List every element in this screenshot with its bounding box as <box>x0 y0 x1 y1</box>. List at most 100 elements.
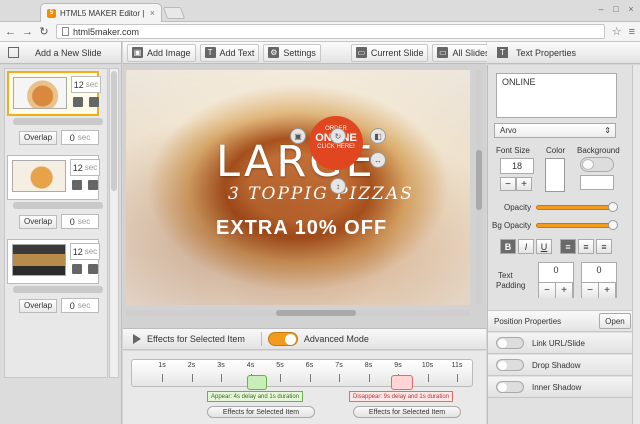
advanced-mode-toggle[interactable] <box>267 332 298 346</box>
font-size-increase-button[interactable]: + <box>516 177 532 191</box>
star-icon[interactable]: ☆ <box>612 25 622 38</box>
all-slides-button[interactable]: ▭ All Slides <box>432 43 495 62</box>
canvas-hscroll-thumb[interactable] <box>276 310 356 316</box>
change-bg-image-icon[interactable] <box>72 180 82 190</box>
current-slide-label: Current Slide <box>370 47 424 58</box>
menu-icon[interactable]: ≡ <box>629 26 635 38</box>
play-icon[interactable] <box>133 334 141 344</box>
slider-knob[interactable] <box>608 202 618 212</box>
slide-thumbnail[interactable]: 12 sec <box>7 239 100 284</box>
slide-duration-unit: sec <box>84 163 98 172</box>
font-select[interactable]: Arvo ⇕ <box>494 123 616 138</box>
slide-preview-image <box>12 244 66 276</box>
timeline-tick-label: 3s <box>217 362 225 369</box>
timeline-ruler[interactable]: 1s 2s 3s 4s 5s 6s 7s 8s 9s 10s 11s <box>131 359 473 387</box>
disappear-effect-handle[interactable] <box>391 375 413 390</box>
appear-effect-handle[interactable] <box>247 375 267 390</box>
minimize-icon[interactable]: – <box>595 4 607 14</box>
url-field[interactable]: html5maker.com <box>56 24 605 39</box>
italic-button[interactable]: I <box>518 239 534 254</box>
bold-button[interactable]: B <box>500 239 516 254</box>
slides-scroll-thumb[interactable] <box>111 71 117 191</box>
replace-image-handle-icon[interactable]: ▣ <box>290 128 306 144</box>
canvas-vscroll-thumb[interactable] <box>476 150 482 210</box>
canvas-vertical-scrollbar[interactable] <box>476 70 482 305</box>
rotate-handle-icon[interactable]: ↻ <box>330 128 346 144</box>
disappear-effects-button[interactable]: Effects for Selected Item <box>353 406 461 418</box>
align-center-icon[interactable]: ≡ <box>578 239 594 254</box>
resize-vertical-handle-icon[interactable]: ↕ <box>330 178 346 194</box>
padding-y-value: 0 <box>596 265 602 275</box>
browser-tab-title: HTML5 MAKER Editor | html <box>60 8 146 18</box>
trash-icon[interactable] <box>89 97 99 107</box>
slide-duration-field[interactable]: 12 sec <box>70 159 100 176</box>
slide-transition-bar[interactable] <box>13 118 103 125</box>
appear-effects-button[interactable]: Effects for Selected Item <box>207 406 315 418</box>
close-window-icon[interactable]: × <box>625 4 637 14</box>
slide-thumbnail[interactable]: 12 sec <box>7 71 101 116</box>
font-size-input[interactable]: 18 <box>500 158 534 174</box>
text-color-swatch[interactable] <box>545 158 565 192</box>
offer-text[interactable]: EXTRA 10% OFF <box>216 217 387 240</box>
overlap-field[interactable]: 0 sec <box>61 130 100 145</box>
opacity-slider[interactable] <box>536 202 618 212</box>
add-text-label: Add Text <box>219 47 255 58</box>
overlap-button[interactable]: Overlap <box>19 298 58 313</box>
slide-thumbnail[interactable]: 12 sec <box>7 155 100 200</box>
overlap-field[interactable]: 0 sec <box>61 298 100 313</box>
font-select-value: Arvo <box>500 126 517 135</box>
canvas-horizontal-scrollbar[interactable] <box>126 310 470 316</box>
padding-y-increase-button[interactable]: + <box>599 282 616 298</box>
toggle-knob <box>498 361 507 370</box>
overlap-button[interactable]: Overlap <box>19 130 58 145</box>
properties-scrollbar[interactable] <box>632 65 640 424</box>
padding-x-increase-button[interactable]: + <box>556 282 573 298</box>
trash-icon[interactable] <box>88 264 98 274</box>
slide-canvas[interactable]: LARGE 3 TOPPIG PIZZAS EXTRA 10% OFF ORDE… <box>126 70 470 305</box>
new-tab-button[interactable] <box>162 7 186 19</box>
text-content-input[interactable]: ONLINE <box>496 73 617 118</box>
padding-y-stepper[interactable]: 0 − + <box>581 262 617 298</box>
current-slide-button[interactable]: ▭ Current Slide <box>350 43 429 62</box>
back-icon[interactable]: ← <box>5 26 16 38</box>
drop-shadow-toggle[interactable] <box>496 359 524 371</box>
add-slide-header[interactable]: Add a New Slide <box>0 42 122 64</box>
padding-x-decrease-button[interactable]: − <box>539 282 556 298</box>
slide-duration-field[interactable]: 12 sec <box>71 76 101 93</box>
add-image-button[interactable]: ▣ Add Image <box>127 43 196 62</box>
add-text-button[interactable]: T Add Text <box>199 43 260 62</box>
open-position-button[interactable]: Open <box>599 313 631 329</box>
change-bg-image-icon[interactable] <box>73 97 83 107</box>
settings-button[interactable]: ⚙ Settings <box>263 43 321 62</box>
forward-icon[interactable]: → <box>22 26 33 38</box>
background-color-swatch[interactable] <box>580 175 614 190</box>
link-url-toggle[interactable] <box>496 337 524 349</box>
change-bg-image-icon[interactable] <box>72 264 82 274</box>
padding-x-stepper[interactable]: 0 − + <box>538 262 574 298</box>
maximize-icon[interactable]: □ <box>610 4 622 14</box>
overlap-field[interactable]: 0 sec <box>61 214 100 229</box>
underline-button[interactable]: U <box>536 239 552 254</box>
background-toggle[interactable] <box>580 157 614 172</box>
padding-y-decrease-button[interactable]: − <box>582 282 599 298</box>
trash-icon[interactable] <box>88 180 98 190</box>
subline-text[interactable]: 3 TOPPIG PIZZAS <box>228 184 414 204</box>
overlap-button[interactable]: Overlap <box>19 214 58 229</box>
drop-shadow-label: Drop Shadow <box>532 360 581 370</box>
slide-transition-bar[interactable] <box>13 286 103 293</box>
inner-shadow-toggle[interactable] <box>496 381 524 393</box>
align-right-icon[interactable]: ≡ <box>596 239 612 254</box>
close-tab-icon[interactable]: × <box>150 8 155 18</box>
slides-scrollbar[interactable] <box>109 68 119 378</box>
bg-opacity-slider[interactable] <box>536 220 618 230</box>
slider-knob[interactable] <box>608 220 618 230</box>
font-size-decrease-button[interactable]: − <box>500 177 516 191</box>
layer-handle-icon[interactable]: ◧ <box>370 128 386 144</box>
resize-horizontal-handle-icon[interactable]: ↔ <box>370 152 386 168</box>
browser-tab[interactable]: 5 HTML5 MAKER Editor | html × <box>40 3 162 22</box>
reload-icon[interactable]: ↻ <box>39 25 49 38</box>
main-toolbar: ▣ Add Image T Add Text ⚙ Settings ▭ Current … <box>123 42 495 64</box>
slide-duration-field[interactable]: 12 sec <box>70 243 100 260</box>
slide-transition-bar[interactable] <box>13 202 103 209</box>
align-left-icon[interactable]: ≡ <box>560 239 576 254</box>
